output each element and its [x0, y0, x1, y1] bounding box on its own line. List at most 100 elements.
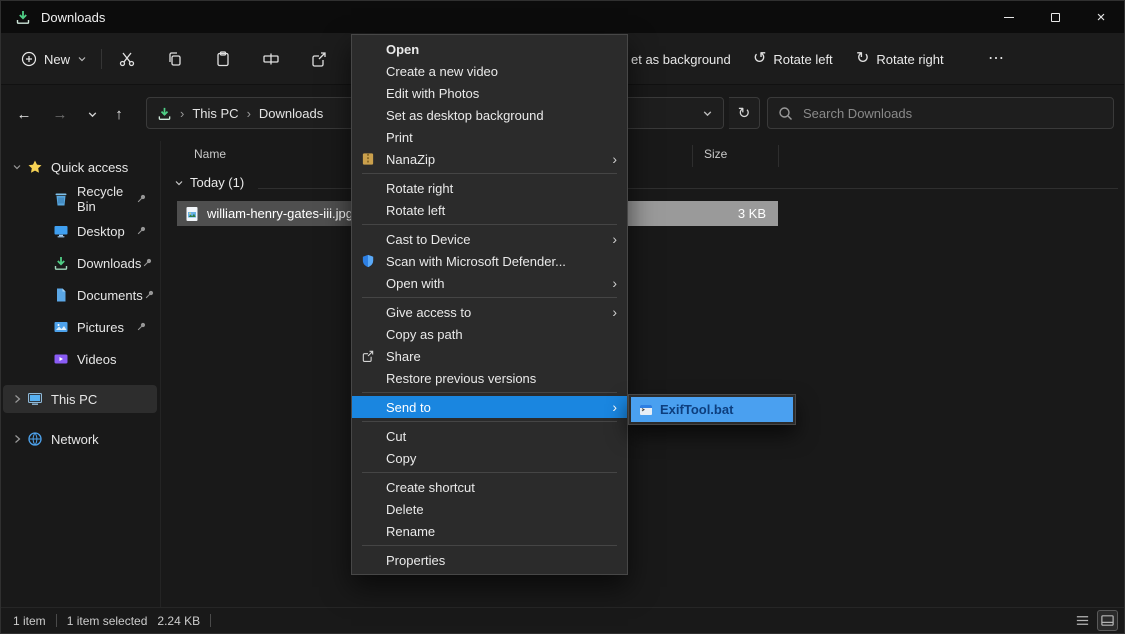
breadcrumb-this-pc[interactable]: This PC: [192, 106, 238, 121]
menu-item-cast-to-device[interactable]: Cast to Device ›: [352, 228, 627, 250]
chevron-right-icon[interactable]: [7, 394, 27, 404]
new-button[interactable]: New: [11, 43, 97, 75]
details-view-button[interactable]: [1072, 610, 1093, 631]
details-view-icon: [1075, 613, 1090, 628]
scissors-icon: [118, 50, 136, 68]
menu-item-set-as-desktop-background[interactable]: Set as desktop background: [352, 104, 627, 126]
chevron-right-icon[interactable]: [7, 434, 27, 444]
breadcrumb-downloads[interactable]: Downloads: [259, 106, 323, 121]
chevron-down-icon[interactable]: [7, 162, 27, 172]
set-as-background-button-clipped[interactable]: et as background: [631, 33, 731, 85]
address-dropdown-icon[interactable]: [702, 108, 713, 119]
menu-item-open[interactable]: Open: [352, 38, 627, 60]
menu-item-delete[interactable]: Delete: [352, 498, 627, 520]
maximize-button[interactable]: [1032, 1, 1078, 33]
menu-item-cut[interactable]: Cut: [352, 425, 627, 447]
pin-icon: [141, 257, 153, 269]
menu-item-properties[interactable]: Properties: [352, 549, 627, 571]
selected-count: 1 item selected: [67, 614, 148, 628]
submenu-arrow-icon: ›: [612, 232, 617, 246]
sidebar: Quick access Recycle Bin Desktop Downloa…: [1, 141, 161, 607]
up-button[interactable]: ↑: [106, 101, 132, 127]
new-button-label: New: [44, 52, 70, 67]
rotate-left-button[interactable]: ↺ Rotate left: [743, 43, 843, 75]
menu-item-scan-with-microsoft-defender[interactable]: Scan with Microsoft Defender...: [352, 250, 627, 272]
menu-item-copy[interactable]: Copy: [352, 447, 627, 469]
menu-item-label: Rotate right: [386, 181, 453, 196]
back-button[interactable]: ←: [11, 101, 37, 127]
menu-item-give-access-to[interactable]: Give access to ›: [352, 301, 627, 323]
sidebar-item-recycle-bin[interactable]: Recycle Bin: [3, 185, 157, 213]
group-header-label: Today (1): [190, 175, 244, 190]
menu-item-open-with[interactable]: Open with ›: [352, 272, 627, 294]
sidebar-item-documents[interactable]: Documents: [3, 281, 157, 309]
menu-item-create-a-new-video[interactable]: Create a new video: [352, 60, 627, 82]
sidebar-item-quick-access[interactable]: Quick access: [3, 153, 157, 181]
search-box: [767, 97, 1114, 129]
menu-item-label: Copy as path: [386, 327, 463, 342]
menu-item-create-shortcut[interactable]: Create shortcut: [352, 476, 627, 498]
title-bar: Downloads ×: [1, 1, 1124, 33]
column-header-name[interactable]: Name: [194, 147, 226, 161]
window-controls: ×: [986, 1, 1124, 33]
selected-size: 2.24 KB: [157, 614, 200, 628]
exiftool-app-icon: [639, 403, 653, 417]
sidebar-item-downloads[interactable]: Downloads: [3, 249, 157, 277]
breadcrumb-chevron-icon: ›: [180, 106, 184, 121]
share-button[interactable]: [306, 46, 332, 72]
file-name: william-henry-gates-iii.jpg: [207, 206, 353, 221]
sidebar-item-videos[interactable]: Videos: [3, 345, 157, 373]
sidebar-item-pictures[interactable]: Pictures: [3, 313, 157, 341]
menu-item-share[interactable]: Share: [352, 345, 627, 367]
more-options-button[interactable]: ⋯: [983, 46, 1009, 72]
menu-item-restore-previous-versions[interactable]: Restore previous versions: [352, 367, 627, 389]
menu-item-copy-as-path[interactable]: Copy as path: [352, 323, 627, 345]
menu-item-label: Restore previous versions: [386, 371, 536, 386]
menu-item-label: Cast to Device: [386, 232, 471, 247]
chevron-down-icon: [174, 178, 184, 188]
menu-separator: [362, 472, 617, 473]
copy-button[interactable]: [162, 46, 188, 72]
star-icon: [27, 159, 43, 175]
menu-item-nanazip[interactable]: NanaZip ›: [352, 148, 627, 170]
menu-item-rename[interactable]: Rename: [352, 520, 627, 542]
submenu-arrow-icon: ›: [612, 400, 617, 414]
menu-item-send-to[interactable]: Send to ›: [352, 396, 627, 418]
sidebar-item-desktop[interactable]: Desktop: [3, 217, 157, 245]
paste-button[interactable]: [210, 46, 236, 72]
context-menu: Open Create a new video Edit with Photos…: [351, 34, 628, 575]
search-input[interactable]: [801, 105, 1103, 122]
file-explorer-window: Downloads × New: [0, 0, 1125, 634]
menu-item-edit-with-photos[interactable]: Edit with Photos: [352, 82, 627, 104]
menu-item-print[interactable]: Print: [352, 126, 627, 148]
menu-item-rotate-left[interactable]: Rotate left: [352, 199, 627, 221]
group-header-today[interactable]: Today (1): [174, 175, 244, 190]
submenu-item-exiftool-bat[interactable]: ExifTool.bat: [631, 397, 793, 422]
menu-item-label: Open: [386, 42, 419, 57]
column-divider[interactable]: [692, 145, 693, 167]
column-header-size[interactable]: Size: [704, 147, 727, 161]
menu-item-rotate-right[interactable]: Rotate right: [352, 177, 627, 199]
history-dropdown-button[interactable]: [79, 101, 105, 127]
rename-button[interactable]: [258, 46, 284, 72]
rotate-right-button[interactable]: ↻ Rotate right: [846, 43, 954, 75]
column-divider[interactable]: [778, 145, 779, 167]
status-divider: [210, 614, 211, 627]
sidebar-item-this-pc[interactable]: This PC: [3, 385, 157, 413]
sidebar-item-network[interactable]: Network: [3, 425, 157, 453]
menu-item-label: Create a new video: [386, 64, 498, 79]
new-plus-icon: [21, 51, 37, 67]
thumbnail-view-button[interactable]: [1097, 610, 1118, 631]
menu-separator: [362, 421, 617, 422]
view-toggle-group: [1072, 610, 1118, 631]
menu-item-label: Scan with Microsoft Defender...: [386, 254, 566, 269]
sidebar-item-label: This PC: [51, 392, 97, 407]
minimize-button[interactable]: [986, 1, 1032, 33]
forward-button[interactable]: →: [47, 101, 73, 127]
close-button[interactable]: ×: [1078, 1, 1124, 33]
cut-button[interactable]: [114, 46, 140, 72]
menu-item-label: Give access to: [386, 305, 471, 320]
thumbnail-view-icon: [1100, 613, 1115, 628]
refresh-button[interactable]: ↻: [729, 97, 760, 129]
image-file-icon: [184, 206, 200, 222]
